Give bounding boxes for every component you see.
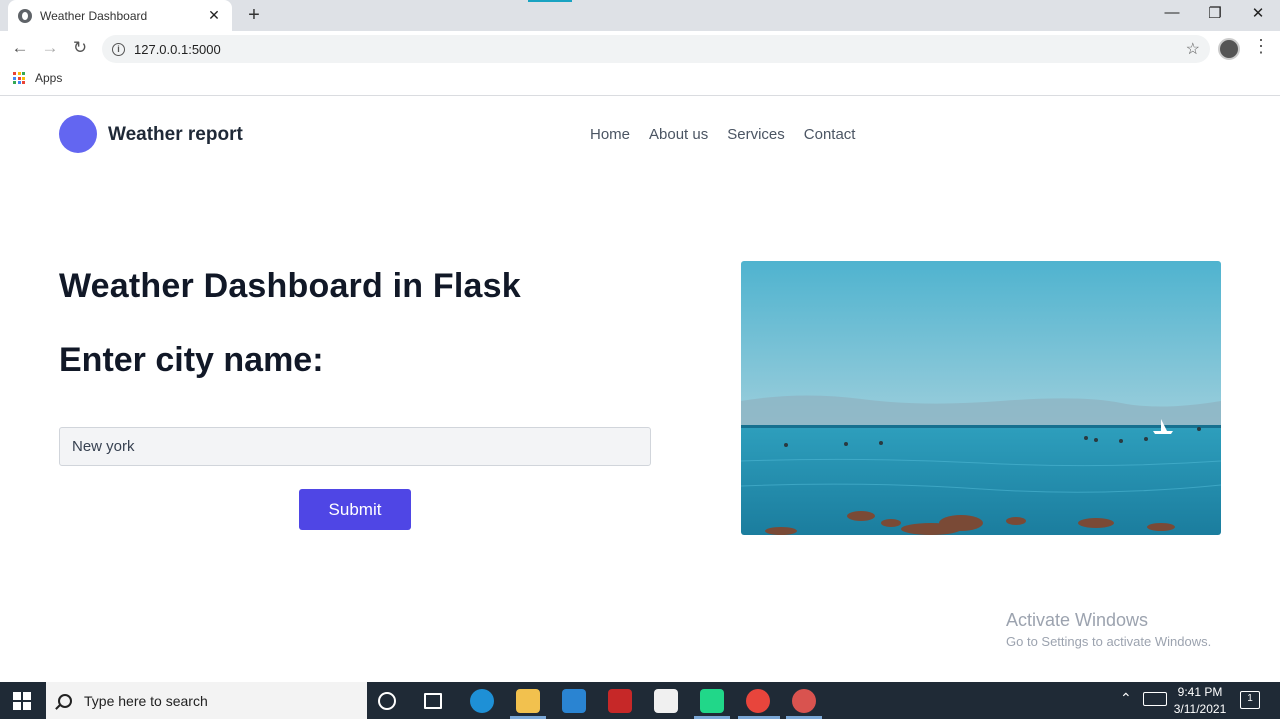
windows-taskbar: Type here to search ⌃ 9:41 PM 3/11/2021 …: [0, 682, 1280, 719]
search-placeholder: Type here to search: [84, 692, 208, 709]
city-input[interactable]: [59, 427, 651, 466]
info-icon[interactable]: i: [112, 42, 125, 56]
windows-start-icon[interactable]: [13, 692, 31, 710]
reload-icon[interactable]: ↻: [69, 38, 91, 58]
new-tab-button[interactable]: +: [244, 4, 264, 26]
mail-icon[interactable]: [562, 689, 586, 713]
globe-icon: [18, 8, 32, 23]
clock-date: 3/11/2021: [1173, 702, 1227, 716]
bookmarks-bar: Apps: [0, 66, 1280, 96]
url-text: 127.0.0.1:5000: [134, 41, 221, 57]
address-bar[interactable]: i 127.0.0.1:5000 ☆: [102, 35, 1210, 63]
notification-icon[interactable]: 1: [1240, 691, 1260, 709]
watermark-line1: Activate Windows: [1006, 610, 1149, 630]
ocean-hero-image: [741, 261, 1221, 535]
search-icon: [58, 693, 72, 708]
taskbar-search[interactable]: Type here to search: [46, 682, 367, 719]
brand-name[interactable]: Weather report: [108, 124, 243, 146]
file-explorer-icon[interactable]: [516, 689, 540, 713]
browser-tab-weather-dashboard[interactable]: Weather Dashboard ✕: [8, 0, 232, 31]
activate-windows-watermark: Activate Windows Go to Settings to activ…: [1006, 610, 1211, 649]
nav-services[interactable]: Services: [727, 126, 785, 143]
keyboard-icon[interactable]: [1143, 692, 1167, 706]
nav-about-us[interactable]: About us: [649, 126, 708, 143]
tab-close-icon[interactable]: ✕: [206, 7, 222, 24]
bookmark-star-icon[interactable]: ☆: [1186, 39, 1200, 59]
tab-indicator: [528, 0, 572, 2]
city-prompt-heading: Enter city name:: [59, 341, 324, 379]
profile-avatar[interactable]: [1218, 38, 1240, 60]
store-icon[interactable]: [654, 689, 678, 713]
close-window-button[interactable]: ✕: [1246, 4, 1270, 22]
tab-title: Weather Dashboard: [40, 8, 148, 23]
watermark-line2: Go to Settings to activate Windows.: [1006, 634, 1212, 649]
forward-arrow-icon[interactable]: →: [39, 38, 61, 58]
chrome-icon[interactable]: [746, 689, 770, 713]
clock[interactable]: 9:41 PM 3/11/2021: [1168, 685, 1232, 716]
nav-contact[interactable]: Contact: [804, 126, 856, 143]
browser-toolbar: ← → ↻ i 127.0.0.1:5000 ☆: [0, 31, 1280, 66]
edge-icon[interactable]: [470, 689, 494, 713]
app-icon-red[interactable]: [608, 689, 632, 713]
back-arrow-icon[interactable]: ←: [9, 38, 31, 58]
minimize-button[interactable]: —: [1160, 4, 1184, 21]
maximize-button[interactable]: ❐: [1203, 4, 1227, 22]
logo-icon[interactable]: [59, 115, 97, 153]
submit-button[interactable]: Submit: [299, 489, 411, 530]
browser-tabstrip: Weather Dashboard ✕ + — ❐ ✕: [0, 0, 1280, 31]
apps-bookmark[interactable]: Apps: [35, 71, 62, 85]
tray-chevron-icon[interactable]: ⌃: [1120, 690, 1132, 707]
web-page: Weather report Home About us Services Co…: [0, 97, 1280, 682]
main-nav: Home About us Services Contact: [590, 126, 855, 143]
browser-menu-icon[interactable]: ⋮: [1252, 36, 1270, 57]
app-icon-paint[interactable]: [792, 689, 816, 713]
page-title: Weather Dashboard in Flask: [59, 267, 521, 305]
apps-grid-icon[interactable]: [13, 72, 25, 84]
pycharm-icon[interactable]: [700, 689, 724, 713]
task-view-icon[interactable]: [424, 693, 442, 709]
nav-home[interactable]: Home: [590, 126, 630, 143]
notification-count: 1: [1247, 693, 1253, 704]
clock-time: 9:41 PM: [1177, 685, 1223, 699]
cortana-icon[interactable]: [378, 692, 396, 710]
